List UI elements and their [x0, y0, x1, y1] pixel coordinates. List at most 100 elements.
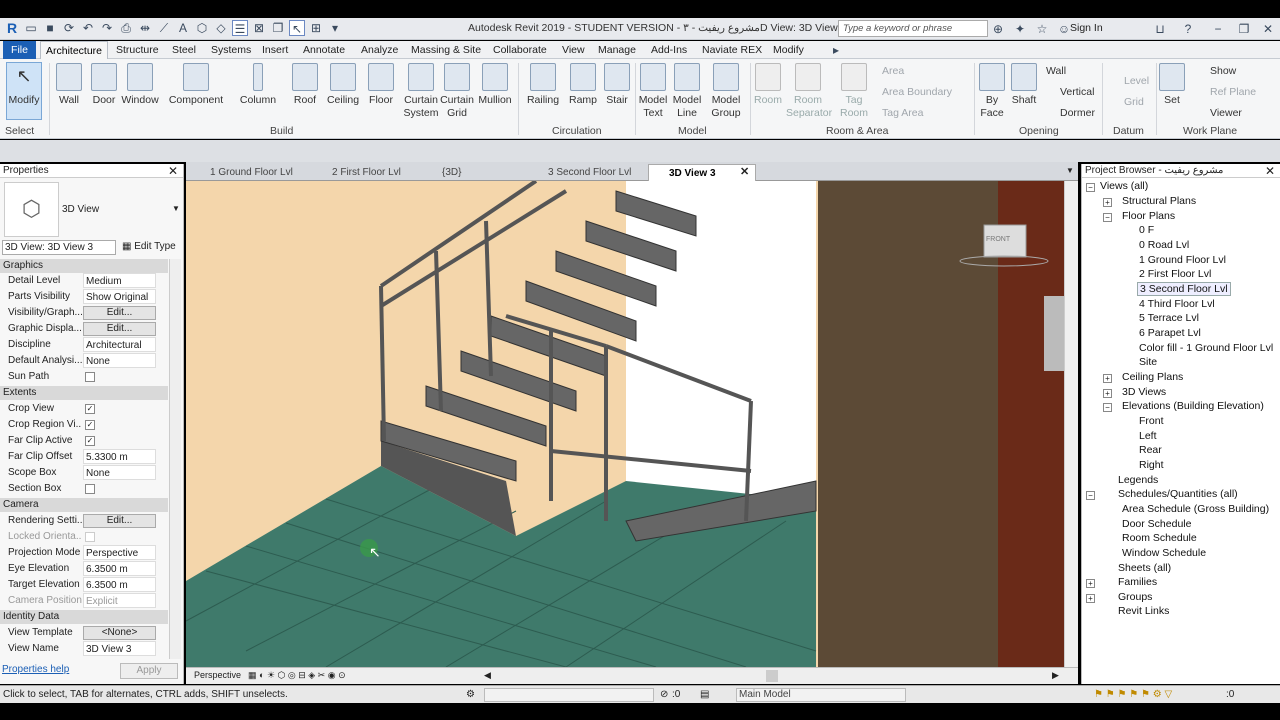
- expand-icon[interactable]: +: [1103, 389, 1112, 398]
- text-icon[interactable]: A: [175, 20, 191, 36]
- tab-steel[interactable]: Steel: [167, 41, 201, 59]
- section-camera[interactable]: Camera: [0, 498, 168, 512]
- section-icon[interactable]: ◇: [213, 20, 229, 36]
- ramp-button[interactable]: Ramp: [566, 63, 600, 107]
- measure-icon[interactable]: ⇹: [137, 20, 153, 36]
- curtain-system-button[interactable]: Curtain System: [402, 63, 440, 120]
- by-face-button[interactable]: By Face: [978, 63, 1006, 120]
- close-hidden-icon[interactable]: ⊠: [251, 20, 267, 36]
- expand-icon[interactable]: +: [1086, 594, 1095, 603]
- tree-item[interactable]: Rear: [1139, 444, 1162, 456]
- restore-icon[interactable]: ❐: [1236, 21, 1252, 37]
- tab-modify[interactable]: Modify: [768, 41, 809, 59]
- scroll-right-icon[interactable]: ▶: [1052, 668, 1059, 683]
- tree-views-all[interactable]: Views (all): [1100, 180, 1148, 192]
- tree-item[interactable]: 6 Parapet Lvl: [1139, 327, 1201, 339]
- grid-button[interactable]: Grid: [1124, 96, 1144, 108]
- default-analysis-value[interactable]: None: [83, 353, 156, 368]
- tab-massing-site[interactable]: Massing & Site: [406, 41, 486, 59]
- tree-floor-plans[interactable]: Floor Plans: [1122, 210, 1175, 222]
- tree-revit-links[interactable]: Revit Links: [1118, 605, 1169, 617]
- tree-item[interactable]: Site: [1139, 356, 1157, 368]
- section-identity-data[interactable]: Identity Data: [0, 610, 168, 624]
- print-icon[interactable]: ⎙: [118, 20, 134, 36]
- eye-elevation-value[interactable]: 6.3500 m: [83, 561, 156, 576]
- redo-icon[interactable]: ↷: [99, 20, 115, 36]
- view-template-button[interactable]: <None>: [83, 626, 156, 640]
- collapse-icon[interactable]: −: [1103, 403, 1112, 412]
- roof-button[interactable]: Roof: [290, 63, 320, 107]
- tree-ceiling-plans[interactable]: Ceiling Plans: [1122, 371, 1183, 383]
- far-clip-checkbox[interactable]: ✓: [85, 436, 95, 446]
- view-tabs-dropdown-icon[interactable]: ▼: [1066, 166, 1074, 175]
- tree-item[interactable]: Left: [1139, 430, 1157, 442]
- tree-3d-views[interactable]: 3D Views: [1122, 386, 1166, 398]
- area-boundary-button[interactable]: Area Boundary: [882, 86, 952, 98]
- tree-item[interactable]: Door Schedule: [1122, 518, 1191, 530]
- graphic-display-edit-button[interactable]: Edit...: [83, 322, 156, 336]
- area-button[interactable]: Area: [882, 65, 904, 77]
- far-clip-offset-value[interactable]: 5.3300 m: [83, 449, 156, 464]
- modify-tool[interactable]: ↖ Modify: [8, 63, 40, 107]
- cart-icon[interactable]: ⊔: [1152, 21, 1168, 37]
- detail-level-value[interactable]: Medium: [83, 273, 156, 288]
- tree-families[interactable]: Families: [1118, 576, 1157, 588]
- ceiling-button[interactable]: Ceiling: [325, 63, 361, 107]
- stair-button[interactable]: Stair: [601, 63, 633, 107]
- discipline-value[interactable]: Architectural: [83, 337, 156, 352]
- selection-tools-icon[interactable]: ⚑ ⚑ ⚑ ⚑ ⚑ ⚙ ▽: [1094, 686, 1172, 703]
- expand-icon[interactable]: +: [1086, 579, 1095, 588]
- properties-help-link[interactable]: Properties help: [2, 664, 69, 675]
- close-window-icon[interactable]: ✕: [1260, 21, 1276, 37]
- view-controls-icon[interactable]: ▦ ◐ ☀ ⬡ ◎ ⊟ ◈ ✂ ◉ ⊙: [248, 668, 346, 683]
- component-button[interactable]: Component: [168, 63, 224, 107]
- tree-item[interactable]: 2 First Floor Lvl: [1139, 268, 1211, 280]
- editable-icon[interactable]: ⊘: [660, 686, 668, 703]
- viewport-vertical-scrollbar[interactable]: [1064, 181, 1078, 667]
- tab-annotate[interactable]: Annotate: [298, 41, 350, 59]
- select-pointer-icon[interactable]: ↖: [289, 20, 305, 36]
- tab-second-floor[interactable]: 3 Second Floor Lvl: [528, 164, 644, 181]
- binoculars-icon[interactable]: ⊕: [990, 21, 1006, 37]
- ribbon-toggle-icon[interactable]: ▸ ▭▾: [828, 42, 845, 73]
- ref-plane-button[interactable]: Ref Plane: [1210, 86, 1256, 98]
- save-icon[interactable]: ■: [42, 20, 58, 36]
- close-browser-icon[interactable]: ✕: [1265, 164, 1275, 178]
- model-group-button[interactable]: Model Group: [708, 63, 744, 120]
- tab-systems[interactable]: Systems: [206, 41, 256, 59]
- tree-item[interactable]: 1 Ground Floor Lvl: [1139, 254, 1226, 266]
- tree-schedules[interactable]: Schedules/Quantities (all): [1118, 488, 1238, 500]
- tree-sheets[interactable]: Sheets (all): [1118, 562, 1171, 574]
- set-button[interactable]: Set: [1158, 63, 1186, 107]
- rendering-edit-button[interactable]: Edit...: [83, 514, 156, 528]
- tree-structural-plans[interactable]: Structural Plans: [1122, 195, 1196, 207]
- projection-mode-label[interactable]: Perspective: [194, 668, 241, 683]
- floor-button[interactable]: Floor: [366, 63, 396, 107]
- minimize-icon[interactable]: −: [1210, 21, 1226, 37]
- tab-collaborate[interactable]: Collaborate: [488, 41, 552, 59]
- type-selector[interactable]: 3D View: [62, 204, 99, 215]
- tree-item[interactable]: Color fill - 1 Ground Floor Lvl: [1139, 342, 1273, 354]
- apply-button[interactable]: Apply: [120, 663, 178, 679]
- tree-item[interactable]: 0 Road Lvl: [1139, 239, 1189, 251]
- scope-box-value[interactable]: None: [83, 465, 156, 480]
- design-options-icon[interactable]: ▤: [700, 686, 709, 703]
- close-tab-icon[interactable]: ✕: [740, 165, 749, 178]
- room-button[interactable]: Room: [752, 63, 784, 107]
- door-button[interactable]: Door: [88, 63, 120, 107]
- crop-region-checkbox[interactable]: ✓: [85, 420, 95, 430]
- wall-opening-button[interactable]: Wall: [1046, 65, 1066, 77]
- collapse-icon[interactable]: −: [1086, 491, 1095, 500]
- tree-item-selected[interactable]: 3 Second Floor Lvl: [1137, 282, 1231, 296]
- sync-icon[interactable]: ⟳: [61, 20, 77, 36]
- horizontal-scroll-thumb[interactable]: [766, 670, 778, 682]
- instance-filter[interactable]: 3D View: 3D View 3: [2, 240, 116, 255]
- tab-structure[interactable]: Structure: [111, 41, 164, 59]
- curtain-grid-button[interactable]: Curtain Grid: [440, 63, 474, 120]
- mullion-button[interactable]: Mullion: [477, 63, 513, 107]
- section-box-checkbox[interactable]: [85, 484, 95, 494]
- wall-button[interactable]: Wall: [54, 63, 84, 107]
- viewer-button[interactable]: Viewer: [1210, 107, 1242, 119]
- crop-view-checkbox[interactable]: ✓: [85, 404, 95, 414]
- worksets-icon[interactable]: ⚙: [466, 686, 475, 703]
